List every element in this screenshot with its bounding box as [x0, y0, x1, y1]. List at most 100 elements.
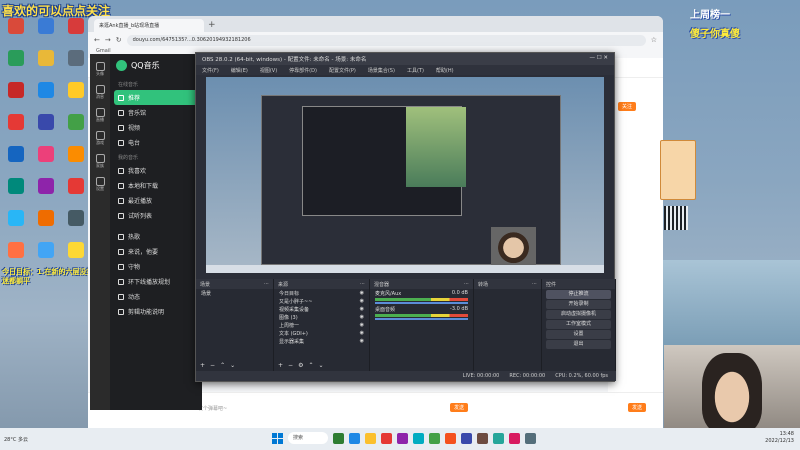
- forward-icon[interactable]: →: [105, 36, 111, 44]
- obs-menu-item[interactable]: 编辑(E): [231, 67, 248, 74]
- taskbar-app-icon[interactable]: [349, 432, 360, 444]
- taskbar-app-icon[interactable]: [477, 432, 488, 444]
- volume-slider[interactable]: [375, 302, 468, 304]
- reload-icon[interactable]: ↻: [116, 36, 122, 44]
- volume-slider[interactable]: [375, 318, 468, 320]
- desktop-icon[interactable]: [62, 114, 90, 144]
- qqmusic-nav-item[interactable]: 音乐馆: [110, 105, 202, 120]
- qqmusic-nav-item[interactable]: 本地和下载: [110, 178, 202, 193]
- desktop-icon[interactable]: [2, 82, 30, 112]
- taskbar-app-icon[interactable]: [525, 432, 536, 444]
- system-tray-clock[interactable]: 13:48 2022/12/13: [765, 431, 794, 445]
- dock-menu-icon[interactable]: ⋯: [360, 281, 365, 287]
- desktop-icon[interactable]: [2, 178, 30, 208]
- visibility-eye-icon[interactable]: ◉: [360, 298, 364, 304]
- visibility-eye-icon[interactable]: ◉: [360, 314, 364, 320]
- desktop-icon[interactable]: [62, 82, 90, 112]
- desktop-icon[interactable]: [62, 18, 90, 48]
- visibility-eye-icon[interactable]: ◉: [360, 306, 364, 312]
- taskbar-app-icon[interactable]: [397, 432, 408, 444]
- taskbar-search[interactable]: 搜索: [288, 432, 328, 444]
- desktop-icon[interactable]: [32, 114, 60, 144]
- dock-menu-icon[interactable]: ⋯: [264, 281, 269, 287]
- taskbar-app-icon[interactable]: [365, 432, 376, 444]
- reply-button[interactable]: 发送: [628, 403, 647, 412]
- obs-menu-item[interactable]: 工具(T): [407, 67, 424, 74]
- desktop-icon[interactable]: [62, 50, 90, 80]
- add-source-icon[interactable]: +: [278, 362, 283, 370]
- taskbar-app-icon[interactable]: [381, 432, 392, 444]
- taskbar-app-icon[interactable]: [493, 432, 504, 444]
- chat-input[interactable]: 发个弹幕吧~: [198, 405, 227, 412]
- obs-menu-item[interactable]: 视图(V): [260, 67, 277, 74]
- source-item[interactable]: 又是小胖子~~ ◉: [274, 297, 369, 305]
- source-item[interactable]: 上周榜一 ◉: [274, 321, 369, 329]
- qqmusic-nav-item[interactable]: 剪辑功能说明: [110, 304, 202, 319]
- rail-item[interactable]: 头像: [90, 62, 110, 77]
- taskbar-app-icon[interactable]: [429, 432, 440, 444]
- obs-control-button[interactable]: 开始录制: [546, 300, 611, 309]
- source-up-icon[interactable]: ⌃: [308, 362, 313, 370]
- taskbar-app-icon[interactable]: [461, 432, 472, 444]
- send-button[interactable]: 发送: [450, 403, 469, 412]
- browser-tab[interactable]: 来逛Ank直播_b站现场直播: [94, 19, 204, 32]
- qqmusic-nav-item[interactable]: 守物: [110, 259, 202, 274]
- source-item[interactable]: 文本 (GDI+) ◉: [274, 329, 369, 337]
- desktop-icon[interactable]: [2, 210, 30, 240]
- remove-source-icon[interactable]: −: [288, 362, 293, 370]
- source-item[interactable]: 今日目标 ◉: [274, 289, 369, 297]
- gift-banner[interactable]: [660, 140, 696, 200]
- visibility-eye-icon[interactable]: ◉: [360, 290, 364, 296]
- taskbar-app-icon[interactable]: [413, 432, 424, 444]
- desktop-icon[interactable]: [32, 82, 60, 112]
- source-down-icon[interactable]: ⌄: [318, 362, 323, 370]
- desktop-icon[interactable]: [32, 50, 60, 80]
- obs-control-button[interactable]: 工作室模式: [546, 320, 611, 329]
- qqmusic-nav-item[interactable]: 推荐: [114, 90, 198, 105]
- desktop-icon[interactable]: [62, 178, 90, 208]
- qqmusic-nav-item[interactable]: 视频: [110, 120, 202, 135]
- qqmusic-nav-item[interactable]: 我喜欢: [110, 163, 202, 178]
- qqmusic-nav-item[interactable]: 来说，他要: [110, 244, 202, 259]
- obs-control-button[interactable]: 启动虚拟摄像机: [546, 310, 611, 319]
- visibility-eye-icon[interactable]: ◉: [360, 338, 364, 344]
- rail-item[interactable]: 消息: [90, 85, 110, 100]
- visibility-eye-icon[interactable]: ◉: [360, 330, 364, 336]
- source-item[interactable]: 视频采集设备 ◉: [274, 305, 369, 313]
- desktop-icon[interactable]: [62, 210, 90, 240]
- rail-item[interactable]: 家族: [90, 154, 110, 169]
- weather-widget[interactable]: 28°C 多云: [0, 436, 40, 443]
- dock-menu-icon[interactable]: ⋯: [532, 281, 537, 287]
- rail-item[interactable]: 游戏: [90, 131, 110, 146]
- qqmusic-nav-item[interactable]: 热歌: [110, 229, 202, 244]
- desktop-icon[interactable]: [2, 50, 30, 80]
- desktop-icon[interactable]: [2, 146, 30, 176]
- source-item[interactable]: 显示器采集 ◉: [274, 337, 369, 345]
- taskbar-app-icon[interactable]: [509, 432, 520, 444]
- desktop-icon[interactable]: [32, 18, 60, 48]
- address-bar[interactable]: douyu.com/6475135?...0.30620194932181206: [126, 34, 646, 46]
- taskbar-app-icon[interactable]: [445, 432, 456, 444]
- scene-down-icon[interactable]: ⌄: [230, 362, 235, 370]
- obs-menu-item[interactable]: 帮助(H): [436, 67, 454, 74]
- desktop-icon[interactable]: [62, 146, 90, 176]
- remove-scene-icon[interactable]: −: [210, 362, 215, 370]
- visibility-eye-icon[interactable]: ◉: [360, 322, 364, 328]
- qqmusic-nav-item[interactable]: 最近播放: [110, 193, 202, 208]
- qqmusic-nav-item[interactable]: 试听列表: [110, 208, 202, 223]
- rail-item[interactable]: 设置: [90, 177, 110, 192]
- follow-button[interactable]: 关注: [618, 102, 637, 111]
- obs-preview[interactable]: [206, 77, 604, 273]
- desktop-icon[interactable]: [2, 114, 30, 144]
- window-controls[interactable]: — ☐ ✕: [589, 55, 608, 63]
- obs-menu-item[interactable]: 停靠部件(D): [289, 67, 317, 74]
- desktop-icon[interactable]: [32, 178, 60, 208]
- obs-control-button[interactable]: 设置: [546, 330, 611, 339]
- qqmusic-nav-item[interactable]: 电台: [110, 135, 202, 150]
- source-item[interactable]: 图像 (3) ◉: [274, 313, 369, 321]
- star-icon[interactable]: ☆: [651, 36, 657, 44]
- scene-item[interactable]: 场景: [196, 289, 273, 297]
- dock-menu-icon[interactable]: ⋯: [464, 281, 469, 287]
- obs-menu-item[interactable]: 文件(F): [202, 67, 219, 74]
- rail-item[interactable]: 直播: [90, 108, 110, 123]
